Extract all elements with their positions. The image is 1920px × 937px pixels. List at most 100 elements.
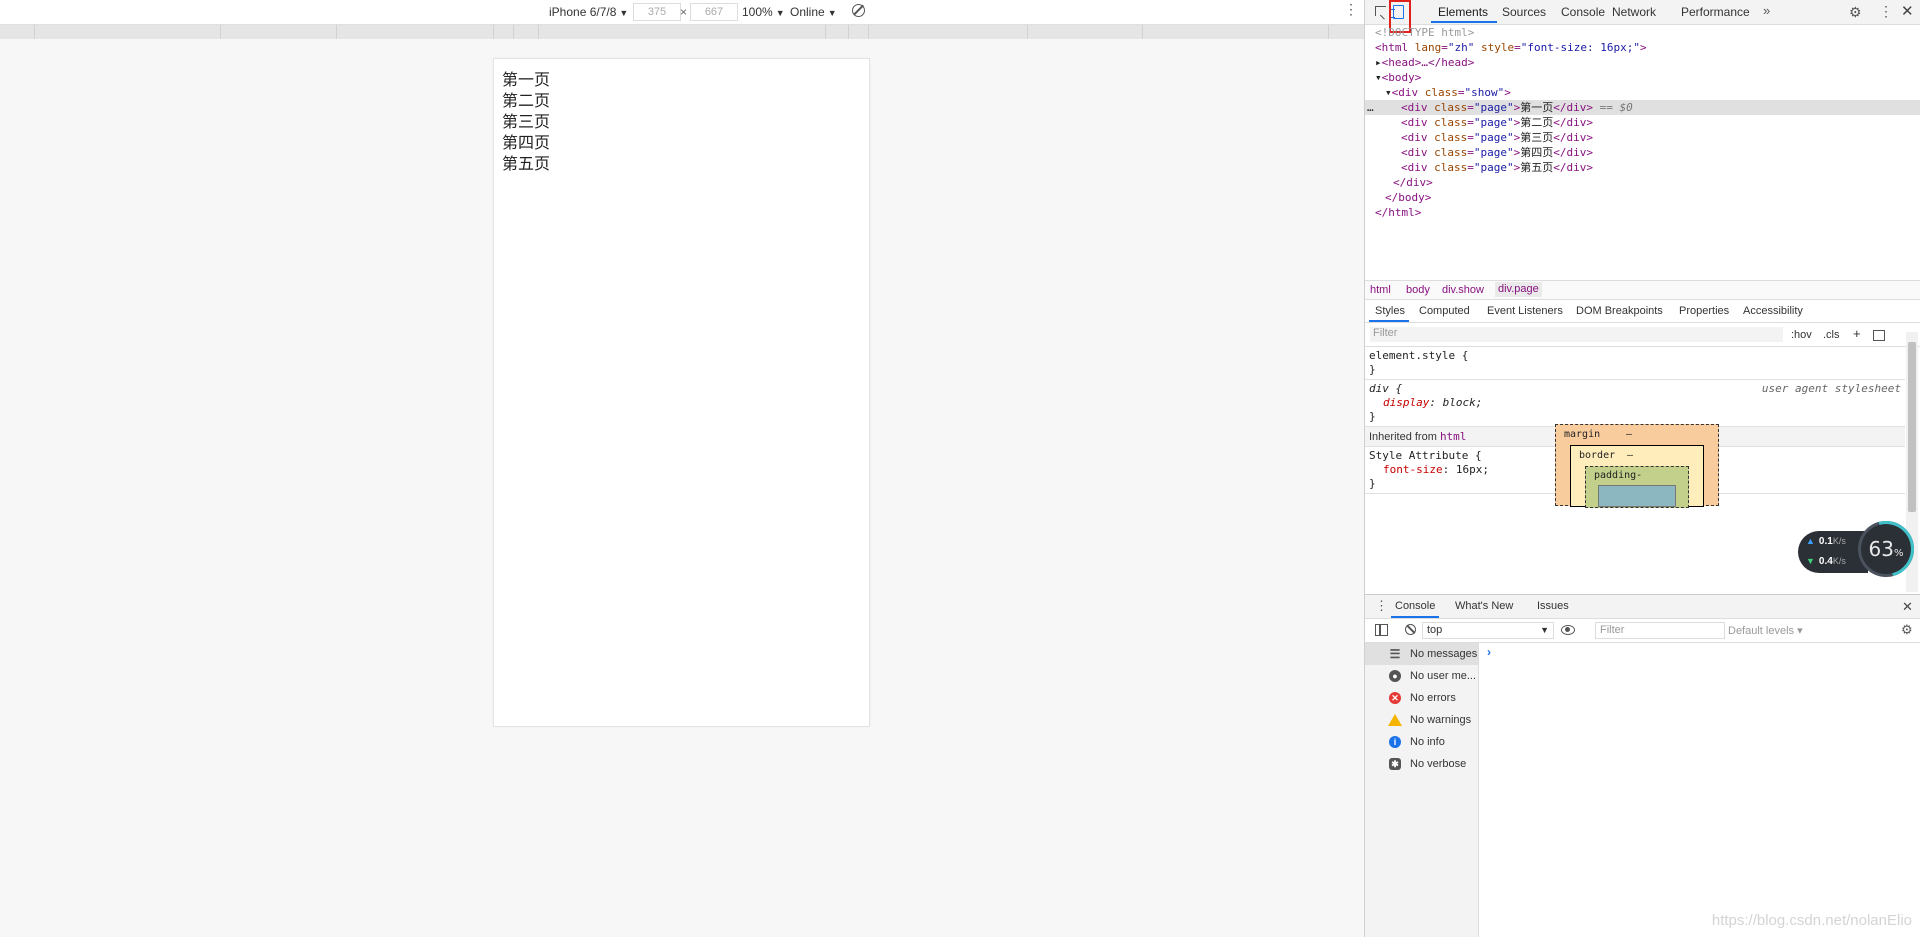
- tab-performance[interactable]: Performance: [1681, 5, 1750, 19]
- dom-body-node[interactable]: ▾<body>: [1365, 70, 1920, 85]
- settings-gear-icon[interactable]: ⚙: [1849, 5, 1862, 19]
- div-ua-rule[interactable]: div { user agent stylesheet display: blo…: [1365, 380, 1905, 427]
- dom-div-page-node[interactable]: <div class="page">第四页</div>: [1365, 145, 1920, 160]
- element-style-rule[interactable]: element.style { }: [1365, 347, 1905, 380]
- drawer-tab-issues[interactable]: Issues: [1537, 600, 1569, 612]
- zoom-value: 100%: [742, 5, 773, 19]
- box-model-margin[interactable]: margin – border – padding-: [1555, 424, 1719, 508]
- dom-div-page-node[interactable]: <div class="page">第三页</div>: [1365, 130, 1920, 145]
- page-item: 第二页: [502, 91, 551, 110]
- more-options-icon[interactable]: ⋮: [1344, 2, 1358, 16]
- context-select[interactable]: top ▼: [1422, 622, 1554, 639]
- new-rule-icon[interactable]: +: [1853, 326, 1861, 341]
- tab-event-listeners[interactable]: Event Listeners: [1487, 305, 1563, 317]
- class-toggle[interactable]: .cls: [1823, 329, 1840, 341]
- dom-html-close[interactable]: </html>: [1365, 205, 1920, 220]
- user-icon: ●: [1389, 670, 1401, 682]
- device-name: iPhone 6/7/8: [549, 5, 617, 19]
- tab-accessibility[interactable]: Accessibility: [1743, 305, 1803, 317]
- hover-state-toggle[interactable]: :hov: [1791, 329, 1812, 341]
- console-filter-input[interactable]: Filter: [1595, 622, 1725, 639]
- console-sidebar-toggle-icon[interactable]: [1375, 624, 1388, 636]
- ua-stylesheet-label: user agent stylesheet: [1761, 382, 1901, 395]
- close-devtools-icon[interactable]: ✕: [1901, 4, 1914, 19]
- viewport-width-input[interactable]: 375: [633, 3, 681, 21]
- media-query-ruler[interactable]: [0, 25, 1364, 39]
- sidebar-item-messages[interactable]: ☰ No messages: [1365, 643, 1478, 665]
- toggle-sidebar-icon[interactable]: [1873, 330, 1885, 341]
- console-prompt[interactable]: ›: [1487, 645, 1491, 659]
- drawer-menu-icon[interactable]: ⋮: [1375, 598, 1388, 614]
- tab-console[interactable]: Console: [1561, 5, 1605, 19]
- tab-properties[interactable]: Properties: [1679, 305, 1729, 317]
- dropdown-arrow-icon: ▼: [1540, 625, 1549, 635]
- tab-sources[interactable]: Sources: [1502, 5, 1546, 19]
- dom-html-node[interactable]: <html lang="zh" style="font-size: 16px;"…: [1365, 40, 1920, 55]
- dom-div-close[interactable]: </div>: [1365, 175, 1920, 190]
- watermark: https://blog.csdn.net/nolanElio: [1711, 912, 1912, 929]
- breadcrumb-div-show[interactable]: div.show: [1442, 284, 1484, 296]
- dom-div-page-node-selected[interactable]: … <div class="page">第一页</div> == $0: [1365, 100, 1920, 115]
- tab-styles[interactable]: Styles: [1375, 305, 1405, 317]
- dom-doctype[interactable]: <!DOCTYPE html>: [1365, 25, 1920, 40]
- rotate-icon[interactable]: [852, 4, 865, 17]
- throttle-value: Online: [790, 5, 825, 19]
- drawer-tab-console[interactable]: Console: [1395, 600, 1435, 612]
- box-model-padding[interactable]: padding-: [1585, 466, 1689, 508]
- sidebar-item-warnings[interactable]: No warnings: [1365, 709, 1478, 731]
- log-levels-select[interactable]: Default levels ▾: [1728, 624, 1803, 637]
- download-speed: ▼ 0.4K/s: [1806, 556, 1846, 567]
- devtools-panel: Elements Sources Console Network Perform…: [1364, 0, 1920, 937]
- tab-computed[interactable]: Computed: [1419, 305, 1470, 317]
- viewport-height-input[interactable]: 667: [690, 3, 738, 21]
- sidebar-item-info[interactable]: i No info: [1365, 731, 1478, 753]
- device-select[interactable]: iPhone 6/7/8 ▼: [549, 5, 628, 19]
- list-icon: ☰: [1389, 647, 1401, 661]
- dom-head-node[interactable]: ▸<head>…</head>: [1365, 55, 1920, 70]
- devtools-menu-icon[interactable]: ⋮: [1879, 4, 1893, 18]
- devtools-tabbar: Elements Sources Console Network Perform…: [1365, 0, 1920, 33]
- throttle-select[interactable]: Online ▼: [790, 5, 837, 19]
- warning-icon: [1388, 714, 1402, 726]
- bug-icon: ✱: [1389, 758, 1401, 770]
- dom-div-page-node[interactable]: <div class="page">第五页</div>: [1365, 160, 1920, 175]
- page-item: 第三页: [502, 112, 551, 131]
- breadcrumb-body[interactable]: body: [1406, 284, 1430, 296]
- box-model-content[interactable]: [1598, 485, 1676, 507]
- inherited-link[interactable]: html: [1440, 430, 1467, 443]
- clear-console-icon[interactable]: [1405, 624, 1416, 635]
- sidebar-item-verbose[interactable]: ✱ No verbose: [1365, 753, 1478, 775]
- tab-dom-breakpoints[interactable]: DOM Breakpoints: [1576, 305, 1663, 317]
- console-toolbar: top ▼ Filter Default levels ▾ ⚙: [1365, 618, 1920, 643]
- box-model-border[interactable]: border – padding-: [1570, 445, 1704, 508]
- usage-percent: 63%: [1868, 537, 1904, 561]
- tab-network[interactable]: Network: [1612, 5, 1656, 19]
- page-item: 第一页: [502, 70, 551, 89]
- styles-filter-row: Filter :hov .cls +: [1365, 324, 1920, 347]
- dom-body-close[interactable]: </body>: [1365, 190, 1920, 205]
- tab-elements[interactable]: Elements: [1438, 5, 1488, 19]
- inspect-element-icon[interactable]: [1375, 6, 1386, 16]
- sidebar-item-user-messages[interactable]: ● No user me...: [1365, 665, 1478, 687]
- styles-filter-input[interactable]: Filter: [1370, 327, 1783, 342]
- dropdown-arrow-icon: ▼: [775, 8, 785, 18]
- active-subtab-indicator: [1369, 320, 1409, 322]
- dom-div-show-node[interactable]: ▾<div class="show">: [1365, 85, 1920, 100]
- breadcrumb-div-page[interactable]: div.page: [1495, 282, 1542, 297]
- close-drawer-icon[interactable]: ✕: [1902, 600, 1913, 614]
- dom-tree: <!DOCTYPE html> <html lang="zh" style="f…: [1365, 25, 1920, 277]
- scrollbar-thumb[interactable]: [1908, 342, 1916, 512]
- show-container: 第一页 第二页 第三页 第四页 第五页: [494, 59, 869, 174]
- styles-subtabs: Styles Computed Event Listeners DOM Brea…: [1365, 300, 1920, 323]
- drawer-tab-whats-new[interactable]: What's New: [1455, 600, 1513, 612]
- network-speed-widget: ▲ 0.1K/s ▼ 0.4K/s 63%: [1798, 510, 1920, 588]
- console-settings-gear-icon[interactable]: ⚙: [1901, 623, 1913, 637]
- zoom-select[interactable]: 100% ▼: [742, 5, 785, 19]
- breadcrumb-html[interactable]: html: [1370, 284, 1391, 296]
- more-tabs-icon[interactable]: »: [1763, 3, 1770, 18]
- dom-div-page-node[interactable]: <div class="page">第二页</div>: [1365, 115, 1920, 130]
- live-expression-eye-icon[interactable]: [1561, 625, 1575, 635]
- sidebar-item-errors[interactable]: ✕ No errors: [1365, 687, 1478, 709]
- active-tab-indicator: [1431, 21, 1497, 23]
- device-toolbar: iPhone 6/7/8 ▼ 375 × 667 100% ▼ Online ▼ ⋮: [0, 0, 1364, 25]
